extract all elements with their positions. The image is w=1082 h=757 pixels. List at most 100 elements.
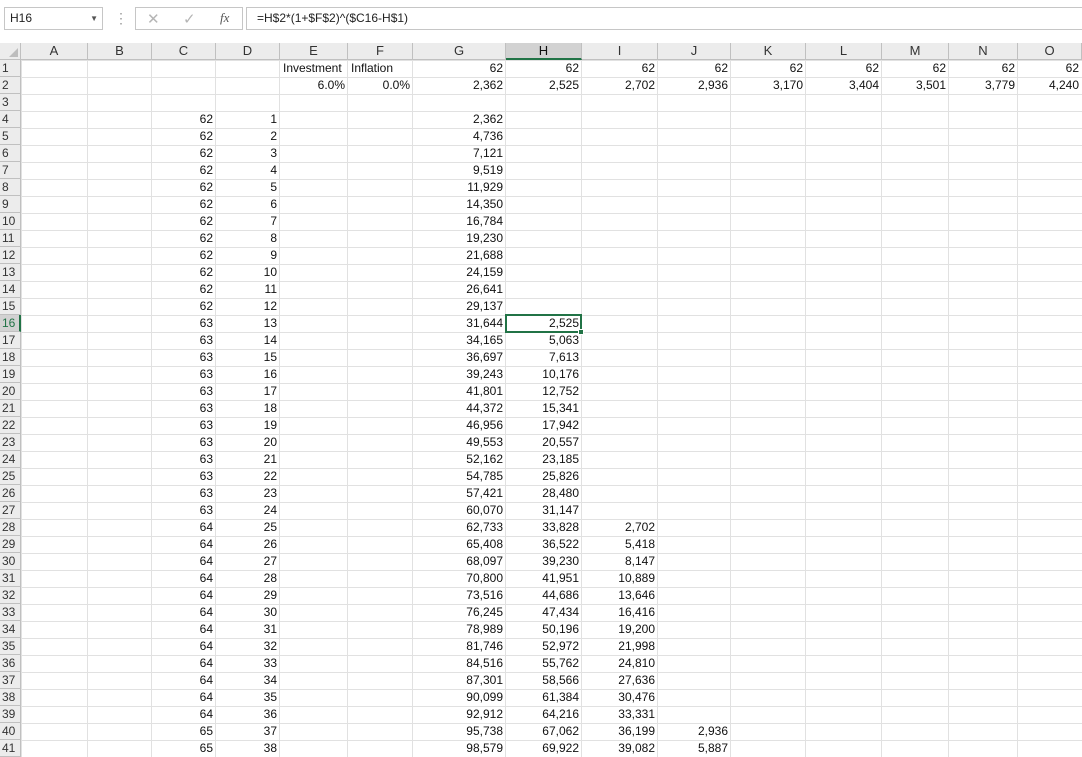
row-header-31[interactable]: 31 [0,570,21,587]
cell-d38[interactable]: 35 [216,689,280,706]
column-header-g[interactable]: G [413,43,506,60]
column-header-b[interactable]: B [88,43,152,60]
row-header-10[interactable]: 10 [0,213,21,230]
cell-c13[interactable]: 62 [152,264,216,281]
cell-g2[interactable]: 2,362 [413,77,506,94]
cell-h23[interactable]: 20,557 [506,434,582,451]
cell-c26[interactable]: 63 [152,485,216,502]
cell-area[interactable]: Investment Inflation 62 62 62 62 62 62 62 62 62 6.0… [21,60,1082,757]
cell-c41[interactable]: 65 [152,740,216,757]
cell-c19[interactable]: 63 [152,366,216,383]
row-header-13[interactable]: 13 [0,264,21,281]
cell-h33[interactable]: 47,434 [506,604,582,621]
cell-d27[interactable]: 24 [216,502,280,519]
cell-n2[interactable]: 3,779 [949,77,1018,94]
cell-c6[interactable]: 62 [152,145,216,162]
cell-g30[interactable]: 68,097 [413,553,506,570]
row-header-41[interactable]: 41 [0,740,21,757]
cell-c11[interactable]: 62 [152,230,216,247]
cell-d31[interactable]: 28 [216,570,280,587]
cell-h19[interactable]: 10,176 [506,366,582,383]
cell-g13[interactable]: 24,159 [413,264,506,281]
cell-i30[interactable]: 8,147 [582,553,658,570]
column-header-d[interactable]: D [216,43,280,60]
cell-d13[interactable]: 10 [216,264,280,281]
row-header-30[interactable]: 30 [0,553,21,570]
row-header-35[interactable]: 35 [0,638,21,655]
cell-h30[interactable]: 39,230 [506,553,582,570]
cell-g14[interactable]: 26,641 [413,281,506,298]
cell-h24[interactable]: 23,185 [506,451,582,468]
cell-d41[interactable]: 38 [216,740,280,757]
row-header-20[interactable]: 20 [0,383,21,400]
cell-l1[interactable]: 62 [806,60,882,77]
cell-g21[interactable]: 44,372 [413,400,506,417]
cell-g18[interactable]: 36,697 [413,349,506,366]
cell-c39[interactable]: 64 [152,706,216,723]
cell-g22[interactable]: 46,956 [413,417,506,434]
cell-n1[interactable]: 62 [949,60,1018,77]
cell-o1[interactable]: 62 [1018,60,1082,77]
cell-h36[interactable]: 55,762 [506,655,582,672]
cell-d26[interactable]: 23 [216,485,280,502]
column-header-f[interactable]: F [348,43,413,60]
cell-h32[interactable]: 44,686 [506,587,582,604]
row-header-29[interactable]: 29 [0,536,21,553]
cell-g20[interactable]: 41,801 [413,383,506,400]
cell-h18[interactable]: 7,613 [506,349,582,366]
more-options-icon[interactable]: ⋮ [114,10,128,26]
cell-h39[interactable]: 64,216 [506,706,582,723]
name-box[interactable]: H16 ▼ [4,7,103,30]
row-header-12[interactable]: 12 [0,247,21,264]
cell-c29[interactable]: 64 [152,536,216,553]
cell-d11[interactable]: 8 [216,230,280,247]
cell-c5[interactable]: 62 [152,128,216,145]
row-header-15[interactable]: 15 [0,298,21,315]
cell-c20[interactable]: 63 [152,383,216,400]
cell-c36[interactable]: 64 [152,655,216,672]
row-header-33[interactable]: 33 [0,604,21,621]
cell-h16[interactable]: 2,525 [506,315,582,332]
row-header-39[interactable]: 39 [0,706,21,723]
cell-h29[interactable]: 36,522 [506,536,582,553]
column-header-o[interactable]: O [1018,43,1082,60]
cell-i39[interactable]: 33,331 [582,706,658,723]
row-header-34[interactable]: 34 [0,621,21,638]
cell-d37[interactable]: 34 [216,672,280,689]
cell-c24[interactable]: 63 [152,451,216,468]
row-header-17[interactable]: 17 [0,332,21,349]
cell-h17[interactable]: 5,063 [506,332,582,349]
row-header-2[interactable]: 2 [0,77,21,94]
cell-d22[interactable]: 19 [216,417,280,434]
cell-d17[interactable]: 14 [216,332,280,349]
cell-i34[interactable]: 19,200 [582,621,658,638]
cell-g39[interactable]: 92,912 [413,706,506,723]
close-icon[interactable]: ✕ [147,10,160,28]
cell-d19[interactable]: 16 [216,366,280,383]
row-header-9[interactable]: 9 [0,196,21,213]
cell-h27[interactable]: 31,147 [506,502,582,519]
cell-d35[interactable]: 32 [216,638,280,655]
fill-handle[interactable] [578,329,584,335]
cell-j1[interactable]: 62 [658,60,731,77]
cell-c34[interactable]: 64 [152,621,216,638]
cell-i36[interactable]: 24,810 [582,655,658,672]
cell-h20[interactable]: 12,752 [506,383,582,400]
cell-d20[interactable]: 17 [216,383,280,400]
cell-d30[interactable]: 27 [216,553,280,570]
cell-c16[interactable]: 63 [152,315,216,332]
cell-g35[interactable]: 81,746 [413,638,506,655]
cell-h37[interactable]: 58,566 [506,672,582,689]
row-header-16[interactable]: 16 [0,315,21,332]
chevron-down-icon[interactable]: ▼ [90,8,98,29]
cell-c22[interactable]: 63 [152,417,216,434]
cell-g25[interactable]: 54,785 [413,468,506,485]
cell-c28[interactable]: 64 [152,519,216,536]
cell-h41[interactable]: 69,922 [506,740,582,757]
cell-h26[interactable]: 28,480 [506,485,582,502]
cell-f2[interactable]: 0.0% [348,77,413,94]
cell-g38[interactable]: 90,099 [413,689,506,706]
cell-c32[interactable]: 64 [152,587,216,604]
cell-i33[interactable]: 16,416 [582,604,658,621]
cell-g24[interactable]: 52,162 [413,451,506,468]
